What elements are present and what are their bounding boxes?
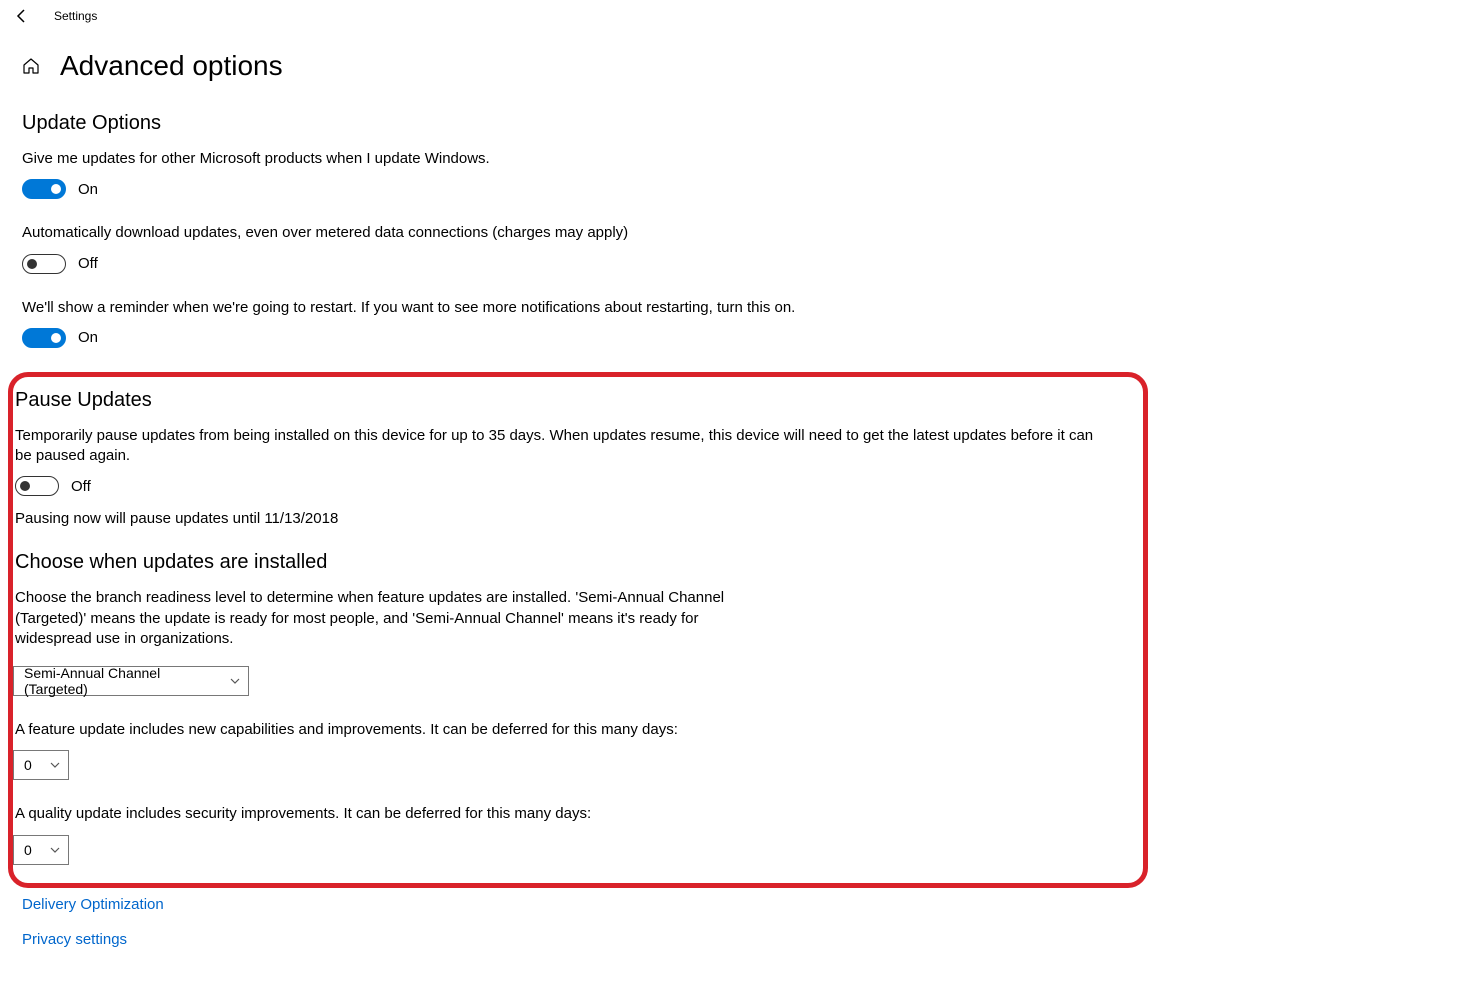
other-products-toggle-label: On (78, 181, 98, 198)
highlight-annotation: Pause Updates Temporarily pause updates … (8, 372, 1148, 888)
metered-toggle-label: Off (78, 255, 98, 272)
home-icon[interactable] (22, 57, 40, 75)
section-title-choose-when: Choose when updates are installed (13, 551, 1143, 574)
back-button[interactable] (14, 8, 30, 24)
links-block: Delivery Optimization Privacy settings (22, 896, 1454, 948)
toggle-knob (51, 184, 61, 194)
restart-reminder-toggle[interactable] (22, 328, 66, 348)
page-header: Advanced options (22, 50, 1454, 82)
section-title-update-options: Update Options (22, 112, 1454, 135)
toggle-knob (20, 481, 30, 491)
delivery-optimization-link[interactable]: Delivery Optimization (22, 896, 1454, 913)
titlebar: Settings (0, 0, 1476, 32)
page-title: Advanced options (60, 50, 283, 82)
pause-toggle-label: Off (71, 478, 91, 495)
content-area: Advanced options Update Options Give me … (0, 32, 1476, 1006)
pause-until-note: Pausing now will pause updates until 11/… (13, 510, 1143, 527)
chevron-down-icon (50, 760, 60, 770)
toggle-knob (51, 333, 61, 343)
other-products-toggle[interactable] (22, 179, 66, 199)
app-title: Settings (54, 9, 97, 23)
pause-desc: Temporarily pause updates from being ins… (13, 426, 1113, 467)
chevron-down-icon (230, 676, 240, 686)
restart-reminder-toggle-label: On (78, 329, 98, 346)
quality-defer-value: 0 (24, 842, 32, 858)
other-products-toggle-row: On (22, 179, 1454, 199)
branch-select[interactable]: Semi-Annual Channel (Targeted) (13, 666, 249, 696)
pause-toggle-row: Off (13, 476, 1143, 496)
back-arrow-icon (14, 8, 30, 24)
feature-defer-select[interactable]: 0 (13, 750, 69, 780)
other-products-desc: Give me updates for other Microsoft prod… (22, 149, 1122, 169)
pause-toggle[interactable] (15, 476, 59, 496)
feature-defer-value: 0 (24, 757, 32, 773)
metered-desc: Automatically download updates, even ove… (22, 223, 1122, 243)
restart-reminder-toggle-row: On (22, 328, 1454, 348)
branch-desc: Choose the branch readiness level to det… (13, 588, 733, 649)
toggle-knob (27, 259, 37, 269)
section-title-pause-updates: Pause Updates (13, 389, 1143, 412)
privacy-settings-link[interactable]: Privacy settings (22, 931, 1454, 948)
quality-defer-desc: A quality update includes security impro… (13, 804, 1113, 824)
feature-defer-desc: A feature update includes new capabiliti… (13, 720, 1113, 740)
metered-toggle[interactable] (22, 254, 66, 274)
restart-reminder-desc: We'll show a reminder when we're going t… (22, 298, 1122, 318)
branch-select-value: Semi-Annual Channel (Targeted) (24, 665, 218, 697)
quality-defer-select[interactable]: 0 (13, 835, 69, 865)
chevron-down-icon (50, 845, 60, 855)
metered-toggle-row: Off (22, 254, 1454, 274)
